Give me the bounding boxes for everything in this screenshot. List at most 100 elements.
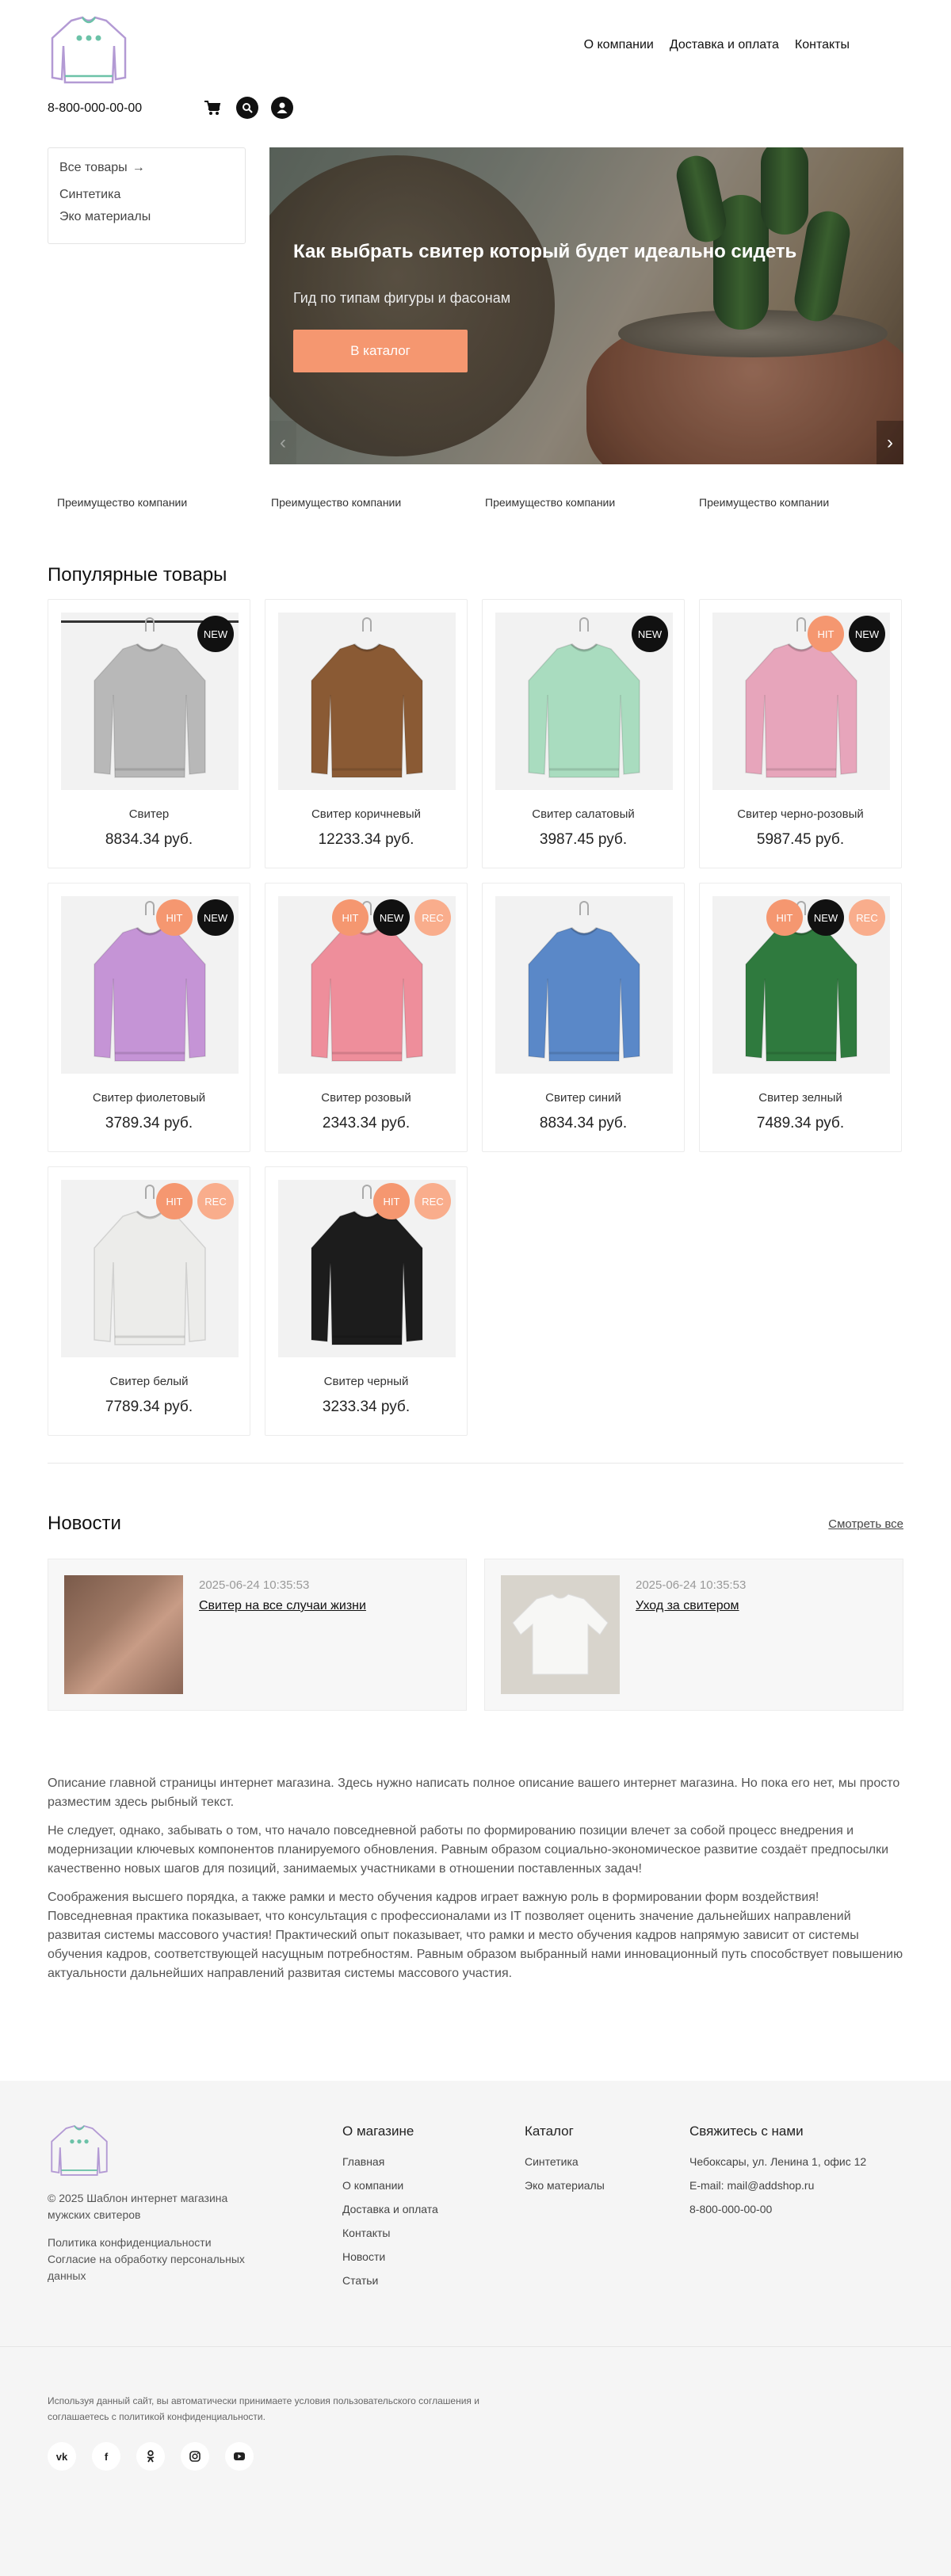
product-price: 3789.34 руб. <box>105 1115 193 1132</box>
vk-icon[interactable]: vk <box>48 2442 76 2471</box>
product-card[interactable]: HIT NEW Свитер фиолетовый 3789.34 руб. <box>48 883 250 1152</box>
product-card[interactable]: HIT REC Свитер черный 3233.34 руб. <box>265 1166 468 1436</box>
odnoklassniki-icon[interactable] <box>136 2442 165 2471</box>
hanger-hook <box>579 901 589 915</box>
product-image[interactable] <box>278 613 456 790</box>
footer-link-synthetics[interactable]: Синтетика <box>525 2155 605 2168</box>
footer-link-news[interactable]: Новости <box>342 2250 438 2263</box>
news-link[interactable]: Уход за свитером <box>636 1599 739 1613</box>
news-title: Новости <box>48 1513 121 1534</box>
user-icon[interactable] <box>271 97 293 119</box>
see-all-news-link[interactable]: Смотреть все <box>828 1517 903 1531</box>
product-card[interactable]: Свитер коричневый 12233.34 руб. <box>265 599 468 868</box>
to-catalog-button[interactable]: В каталог <box>293 330 468 372</box>
footer-email[interactable]: E-mail: mail@addshop.ru <box>689 2179 866 2192</box>
slide-title: Как выбрать свитер который будет идеальн… <box>293 241 797 262</box>
product-badges: HIT NEW REC <box>766 899 885 936</box>
footer-link-contacts[interactable]: Контакты <box>342 2227 438 2239</box>
product-card[interactable]: NEW Свитер салатовый 3987.45 руб. <box>482 599 685 868</box>
product-name[interactable]: Свитер зелный <box>700 1091 901 1105</box>
sweater-image <box>528 926 640 1062</box>
news-date: 2025-06-24 10:35:53 <box>636 1578 747 1592</box>
catalog-item-synthetics[interactable]: Синтетика <box>59 188 234 202</box>
catalog-menu: Все товары → Синтетика Эко материалы <box>48 147 246 244</box>
nav-delivery[interactable]: Доставка и оплата <box>670 38 779 52</box>
product-name[interactable]: Свитер салатовый <box>483 807 684 821</box>
facebook-icon[interactable]: f <box>92 2442 120 2471</box>
footer-link-home[interactable]: Главная <box>342 2155 438 2168</box>
product-card[interactable]: HIT NEW REC Свитер зелный 7489.34 руб. <box>699 883 902 1152</box>
catalog-item-eco[interactable]: Эко материалы <box>59 210 234 224</box>
sweater-image <box>528 643 640 778</box>
cart-icon[interactable] <box>201 97 223 119</box>
advantage-item: Преимущество компании <box>271 496 402 509</box>
footer-phone[interactable]: 8-800-000-00-00 <box>689 2203 866 2215</box>
product-card[interactable]: HIT NEW Свитер черно-розовый 5987.45 руб. <box>699 599 902 868</box>
consent-link[interactable]: Согласие на обработку персональных данны… <box>48 2251 254 2284</box>
news-link[interactable]: Свитер на все случаи жизни <box>199 1599 366 1613</box>
footer-address: Чебоксары, ул. Ленина 1, офис 12 <box>689 2155 867 2168</box>
product-name[interactable]: Свитер белый <box>48 1375 250 1388</box>
nav-about[interactable]: О компании <box>584 38 654 52</box>
footer-logo[interactable] <box>48 2124 111 2177</box>
product-image[interactable] <box>495 896 673 1074</box>
product-name[interactable]: Свитер черно-розовый <box>700 807 901 821</box>
news-image-sweater-hands[interactable] <box>64 1575 183 1694</box>
news-item[interactable]: 2025-06-24 10:35:53 Свитер на все случаи… <box>48 1559 467 1711</box>
slider-prev-icon[interactable]: ‹ <box>269 421 296 464</box>
footer-catalog-title: Каталог <box>525 2124 574 2139</box>
product-badges: NEW <box>197 616 234 652</box>
badge-new: NEW <box>373 899 410 936</box>
badge-new: NEW <box>808 899 844 936</box>
logo[interactable] <box>48 14 130 86</box>
youtube-icon[interactable] <box>225 2442 254 2471</box>
slider-next-icon[interactable]: › <box>877 421 903 464</box>
privacy-policy-link[interactable]: Политика конфиденциальности <box>48 2234 254 2251</box>
top-nav: О компании Доставка и оплата Контакты <box>584 38 850 52</box>
footer-legal-links: Политика конфиденциальности Согласие на … <box>48 2234 254 2284</box>
footer-link-articles[interactable]: Статьи <box>342 2274 438 2287</box>
product-card[interactable]: HIT NEW REC Свитер розовый 2343.34 руб. <box>265 883 468 1152</box>
product-name[interactable]: Свитер <box>48 807 250 821</box>
hanger-hook <box>362 1185 372 1199</box>
header-phone[interactable]: 8-800-000-00-00 <box>48 101 142 116</box>
footer-link-eco[interactable]: Эко материалы <box>525 2179 605 2192</box>
product-card[interactable]: HIT REC Свитер белый 7789.34 руб. <box>48 1166 250 1436</box>
badge-rec: REC <box>414 899 451 936</box>
footer: © 2025 Шаблон интернет магазина мужских … <box>0 2081 951 2576</box>
product-badges: HIT REC <box>156 1183 234 1219</box>
hanger-hook <box>796 617 806 632</box>
product-price: 3233.34 руб. <box>322 1399 411 1415</box>
footer-about-column: О магазине Главная О компании Доставка и… <box>342 2124 438 2298</box>
product-name[interactable]: Свитер коричневый <box>265 807 467 821</box>
description-paragraph: Соображения высшего порядка, а также рам… <box>48 1891 903 1980</box>
product-name[interactable]: Свитер розовый <box>265 1091 467 1105</box>
product-price: 3987.45 руб. <box>539 831 628 848</box>
news-date: 2025-06-24 10:35:53 <box>199 1578 310 1592</box>
nav-contacts[interactable]: Контакты <box>795 38 850 52</box>
news-image-white-sweater[interactable] <box>501 1575 620 1694</box>
product-name[interactable]: Свитер черный <box>265 1375 467 1388</box>
popular-title: Популярные товары <box>48 564 227 586</box>
footer-link-about[interactable]: О компании <box>342 2179 438 2192</box>
catalog-all-link[interactable]: Все товары → <box>59 161 234 175</box>
product-card[interactable]: Свитер синий 8834.34 руб. <box>482 883 685 1152</box>
sweater-image <box>311 1210 423 1345</box>
sweater-logo-icon <box>51 2124 108 2176</box>
product-price: 7489.34 руб. <box>756 1115 845 1132</box>
product-badges: NEW <box>632 616 668 652</box>
instagram-icon[interactable] <box>181 2442 209 2471</box>
badge-new: NEW <box>197 899 234 936</box>
product-name[interactable]: Свитер фиолетовый <box>48 1091 250 1105</box>
footer-catalog-column: Каталог Синтетика Эко материалы <box>525 2124 605 2203</box>
search-icon[interactable] <box>236 97 258 119</box>
product-price: 5987.45 руб. <box>756 831 845 848</box>
product-badges: HIT NEW <box>808 616 885 652</box>
product-name[interactable]: Свитер синий <box>483 1091 684 1105</box>
sweater-image <box>311 926 423 1062</box>
footer-link-delivery[interactable]: Доставка и оплата <box>342 2203 438 2215</box>
hanger-hook <box>362 617 372 632</box>
product-card[interactable]: NEW Свитер 8834.34 руб. <box>48 599 250 868</box>
news-item[interactable]: 2025-06-24 10:35:53 Уход за свитером <box>484 1559 903 1711</box>
page-description: Описание главной страницы интернет магаз… <box>48 1774 903 1983</box>
